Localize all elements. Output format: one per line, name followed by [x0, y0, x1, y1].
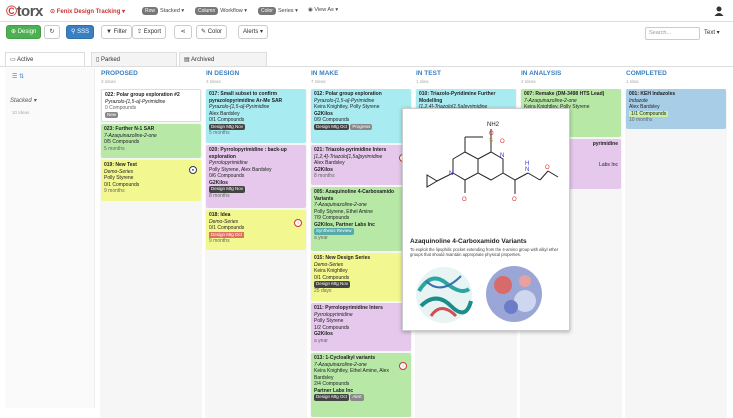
refresh-icon: ↻ — [49, 29, 55, 35]
color-button[interactable]: ✎ Color — [196, 25, 228, 39]
project-selector[interactable]: ⊙ Fenix Design Tracking ▾ — [50, 8, 125, 15]
column-selector[interactable]: Column Workflow ▾ — [195, 7, 247, 15]
idea-card[interactable]: 013: 1-Cycloalkyl variants 7-Azaquinazoli… — [311, 353, 411, 417]
palette-icon: ✎ — [201, 29, 207, 35]
torx-logo[interactable]: ©torx — [6, 3, 43, 20]
user-icon[interactable] — [713, 5, 725, 17]
design-button[interactable]: ⊕ Design — [6, 25, 42, 39]
idea-card[interactable]: 001: KEH Indazoles Indazole Alex Bardsley… — [626, 89, 726, 129]
column-header-in-test: IN TEST 1 Idea — [416, 70, 441, 84]
atom-label: O — [462, 197, 467, 203]
atom-label: N — [449, 171, 453, 177]
popup-title: Azaquinoline 4-Carboxamido Variants — [410, 238, 527, 245]
row-header-column — [5, 68, 95, 408]
column-in-make: 012: Polar group exploration Pyrazolo-[1,… — [310, 89, 412, 418]
idea-card[interactable]: 023: Further N-1 SAR 7-Azaquinazoline-2-o… — [101, 124, 201, 158]
pause-icon: ▯ — [96, 57, 100, 63]
protein-surface-image — [486, 266, 542, 322]
sort-icon[interactable]: ☰ ⇅ — [12, 73, 24, 80]
column-in-design: 017: Small subset to confirm pyrazolopyr… — [205, 89, 307, 418]
alert-badge: ! — [399, 362, 407, 370]
idea-card[interactable]: 020: Pyrrolopyrimidine : back-up explora… — [206, 145, 306, 208]
atom-label: O — [545, 165, 550, 171]
idea-preview-popup: NH2 S O O N N O N H O O Azaquinoline 4-C… — [402, 108, 570, 331]
idea-card[interactable]: 011: Pyrrolopyrimidine Inters Pyrrolopyri… — [311, 303, 411, 351]
divider — [0, 66, 733, 67]
idea-card[interactable]: 019: New Test Demo-Series Polly Styrene 0/… — [101, 160, 201, 201]
column-proposed: 022: Polar group exploration #2 Pyrazolo-… — [100, 89, 202, 418]
tab-parked[interactable]: ▯ Parked — [91, 52, 177, 66]
idea-card[interactable]: 018: Idea Demo-Series 0/1 Compounds Design… — [206, 210, 306, 250]
export-button[interactable]: ⇪ Export — [132, 25, 167, 39]
tab-active[interactable]: ▭ Active — [5, 52, 85, 66]
refresh-button[interactable]: ↻ — [44, 25, 60, 39]
atom-label: S — [489, 138, 493, 144]
svg-text:O: O — [512, 197, 517, 203]
export-icon: ⇪ — [137, 29, 143, 35]
idea-card[interactable]: 015: New Design Series Demo-Series Keira … — [311, 253, 411, 301]
archive-icon: ▤ — [184, 57, 190, 63]
row-selector[interactable]: Row Stacked ▾ — [142, 7, 184, 15]
search-icon: ⚲ — [71, 29, 76, 35]
view-as-menu[interactable]: ◉ View As ▾ — [308, 7, 338, 13]
row-count: 10 Ideas — [12, 110, 30, 115]
idea-card[interactable]: 017: Small subset to confirm pyrazolopyr… — [206, 89, 306, 143]
status-badge: ● — [189, 166, 197, 174]
protein-ribbon-image — [416, 267, 473, 323]
column-header-completed: COMPLETED 1 Idea — [626, 70, 667, 84]
chemical-structure: NH2 S O O N N O N H O O — [426, 122, 559, 203]
eye-icon: ◉ — [308, 7, 313, 13]
column-header-in-design: IN DESIGN 3 Ideas — [206, 70, 240, 84]
share-icon: ⋖ — [180, 29, 186, 35]
column-completed: 001: KEH Indazoles Indazole Alex Bardsley… — [625, 89, 727, 418]
atom-label: H — [525, 161, 529, 167]
column-header-in-make: IN MAKE 7 Ideas — [311, 70, 339, 84]
filter-button[interactable]: ▼ Filter — [101, 25, 132, 39]
alerts-button[interactable]: Alerts ▾ — [238, 25, 269, 39]
filter-icon: ▼ — [106, 29, 112, 35]
idea-card[interactable]: 005: Azaquinoline 4-Carboxamido Variants… — [311, 187, 411, 251]
column-header-in-analysis: IN ANALYSIS 2 Ideas — [521, 70, 562, 84]
sss-button[interactable]: ⚲ SSS — [66, 25, 95, 39]
search-input[interactable]: Search... — [645, 27, 700, 40]
tab-archived[interactable]: ▤ Archived — [179, 52, 267, 66]
column-header-proposed: PROPOSED 3 Ideas — [101, 70, 138, 84]
atom-label: O — [500, 139, 505, 145]
alert-badge: ! — [294, 219, 302, 227]
idea-card[interactable]: 022: Polar group exploration #2 Pyrazolo-… — [101, 89, 201, 122]
color-selector[interactable]: Color Series ▾ — [258, 7, 298, 15]
popup-description: To exploit the lipophilic pocket extendi… — [410, 247, 559, 257]
atom-label: NH2 — [487, 122, 500, 128]
idea-card[interactable]: 012: Polar group exploration Pyrazolo-[1,… — [311, 89, 411, 143]
atom-label: O — [489, 131, 494, 137]
share-button[interactable]: ⋖ — [174, 25, 192, 39]
idea-card[interactable]: 021: Triazolo-pyrimidine Inters [1,2,4]-T… — [311, 145, 411, 185]
atom-label: N — [500, 153, 504, 159]
top-bar: ©torx ⊙ Fenix Design Tracking ▾ Row Stack… — [0, 0, 733, 22]
toolbar: ⊕ Design ↻ ⚲ SSS ▼ Filter ⇪ Export ⋖ ✎ C… — [0, 25, 733, 43]
text-select[interactable]: Text ▾ — [704, 29, 720, 36]
atom-label: N — [525, 167, 529, 173]
inbox-icon: ▭ — [10, 57, 16, 63]
row-label: Stacked ▾ — [10, 98, 37, 104]
